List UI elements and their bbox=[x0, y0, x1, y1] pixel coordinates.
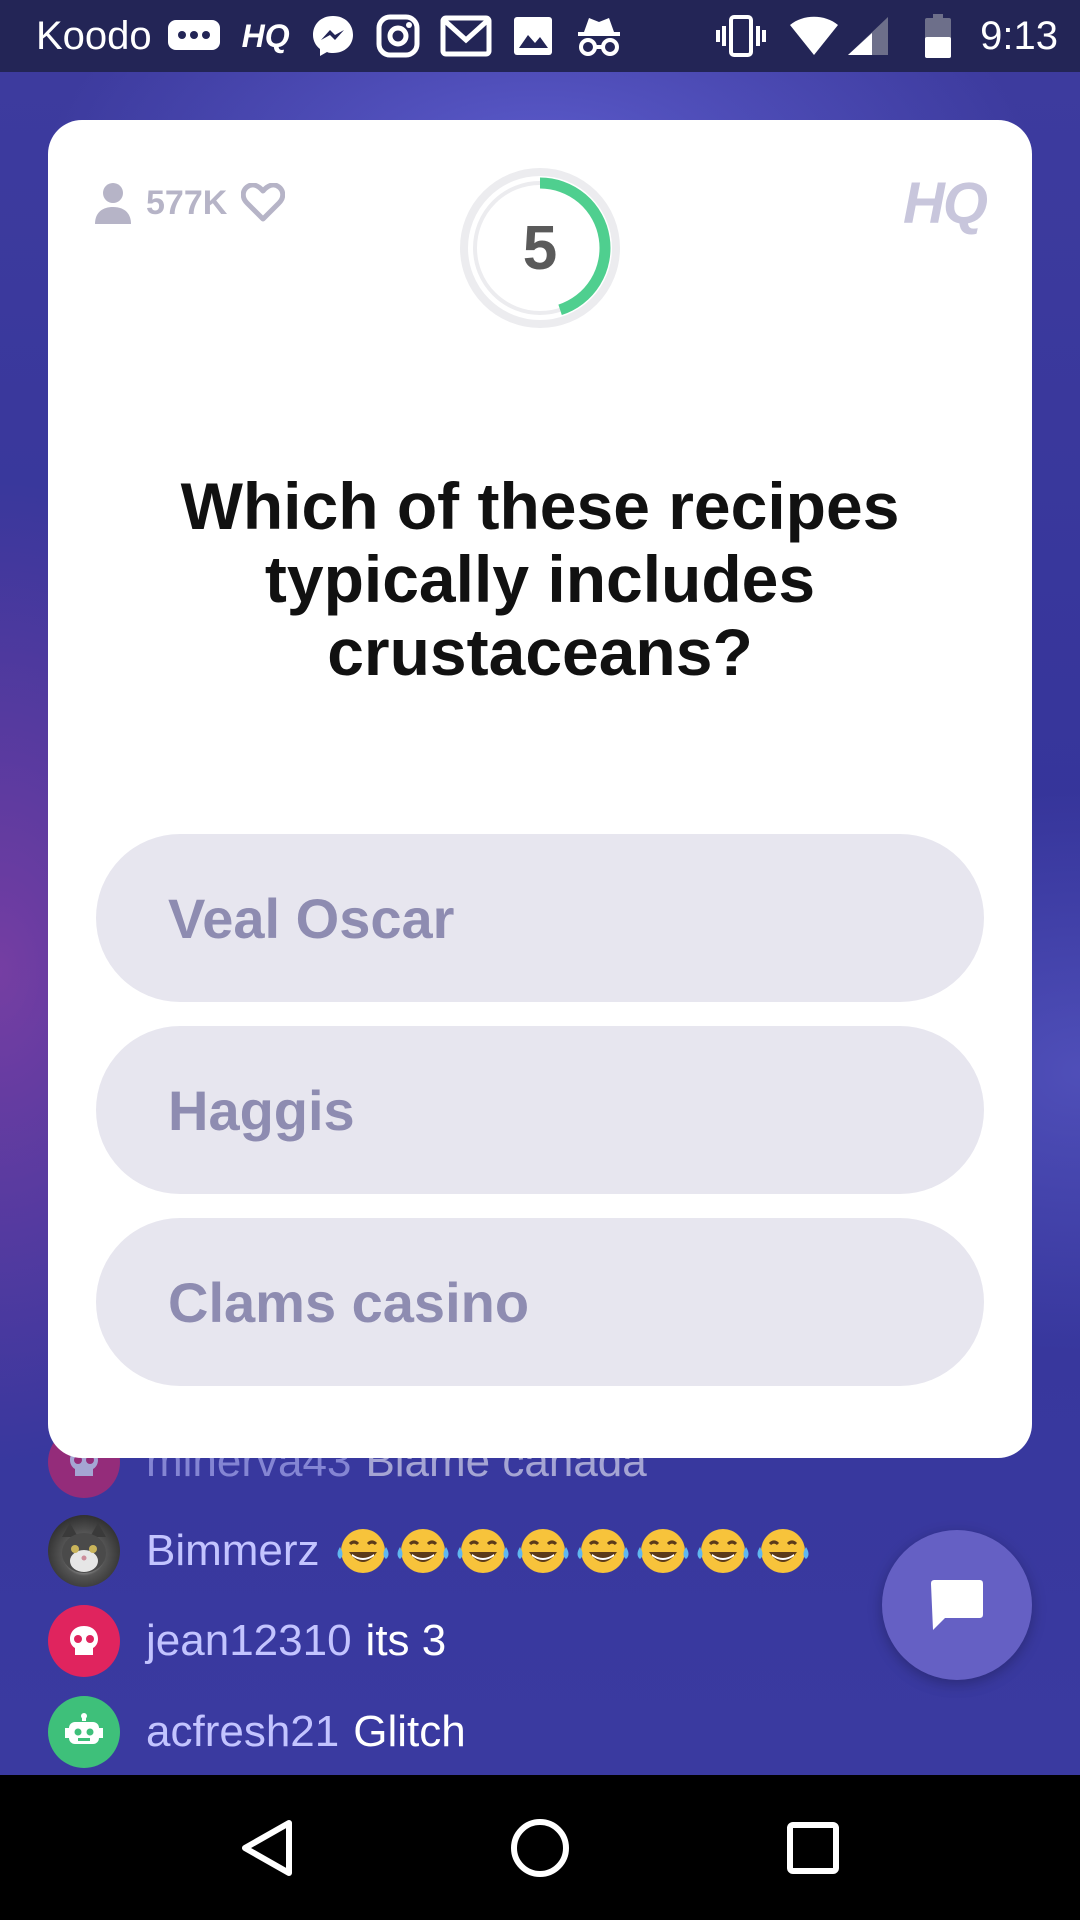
carrier-name: Koodo bbox=[36, 13, 152, 58]
viewer-count: 577K bbox=[94, 182, 286, 224]
recents-button[interactable] bbox=[768, 1803, 858, 1893]
status-bar: Koodo HQ 9:13 bbox=[0, 0, 1080, 72]
laughing-tears-emoji bbox=[517, 1529, 569, 1573]
recents-square-icon bbox=[787, 1822, 840, 1874]
laughing-tears-emoji bbox=[757, 1529, 809, 1573]
hq-logo: HQ bbox=[903, 171, 988, 236]
cat-photo-avatar bbox=[48, 1515, 120, 1587]
answer-option[interactable]: Haggis bbox=[96, 1026, 984, 1194]
navigation-bar bbox=[0, 1776, 1080, 1920]
chat-message: Bimmerz bbox=[48, 1515, 814, 1587]
skull-avatar bbox=[48, 1605, 120, 1677]
back-triangle-icon bbox=[241, 1820, 292, 1876]
laughing-tears-emoji bbox=[577, 1529, 629, 1573]
chat-bubble-icon bbox=[931, 1580, 983, 1630]
robot-avatar bbox=[48, 1696, 120, 1768]
chat-username: acfresh21 bbox=[146, 1707, 340, 1756]
incognito-icon bbox=[574, 14, 624, 58]
messenger-icon bbox=[310, 13, 356, 59]
battery-icon bbox=[924, 13, 952, 59]
signal-icon bbox=[846, 15, 890, 57]
chat-message: acfresh21 Glitch bbox=[48, 1696, 466, 1768]
vibrate-icon bbox=[714, 14, 768, 58]
photos-icon bbox=[512, 15, 554, 57]
answer-option[interactable]: Veal Oscar bbox=[96, 834, 984, 1002]
answer-label: Veal Oscar bbox=[168, 886, 455, 950]
viewer-count-value: 577K bbox=[146, 183, 228, 222]
messaging-icon bbox=[166, 16, 222, 56]
chat-username: Bimmerz bbox=[146, 1526, 320, 1575]
hq-notification-label: HQ bbox=[241, 17, 290, 54]
status-clock: 9:13 bbox=[980, 13, 1058, 58]
laughing-tears-emoji bbox=[637, 1529, 689, 1573]
emoji-row bbox=[334, 1525, 814, 1577]
answer-label: Clams casino bbox=[168, 1270, 530, 1334]
laughing-tears-emoji bbox=[397, 1529, 449, 1573]
instagram-icon bbox=[376, 14, 420, 58]
wifi-icon bbox=[788, 15, 840, 57]
laughing-tears-emoji bbox=[697, 1529, 749, 1573]
chat-button[interactable] bbox=[882, 1530, 1032, 1680]
question-text: Which of these recipes typically include… bbox=[180, 469, 900, 689]
back-button[interactable] bbox=[222, 1803, 312, 1893]
timer-value: 5 bbox=[522, 213, 558, 283]
answer-label: Haggis bbox=[168, 1078, 355, 1142]
countdown-timer: 5 bbox=[458, 166, 622, 330]
person-icon bbox=[95, 183, 131, 224]
chat-text: Glitch bbox=[353, 1707, 466, 1756]
home-circle-icon bbox=[510, 1819, 569, 1877]
home-button[interactable] bbox=[495, 1803, 585, 1893]
laughing-tears-emoji bbox=[457, 1529, 509, 1573]
answer-option[interactable]: Clams casino bbox=[96, 1218, 984, 1386]
hq-app-icon: HQ bbox=[242, 18, 290, 55]
chat-message: jean12310 its 3 bbox=[48, 1605, 446, 1677]
question-card: 577K 5 HQ Which of these recipes typical… bbox=[48, 120, 1032, 1458]
laughing-tears-emoji bbox=[337, 1529, 389, 1573]
chat-username: jean12310 bbox=[146, 1616, 352, 1665]
gmail-icon bbox=[440, 14, 492, 58]
chat-text: its 3 bbox=[365, 1616, 447, 1665]
heart-icon bbox=[241, 183, 286, 222]
